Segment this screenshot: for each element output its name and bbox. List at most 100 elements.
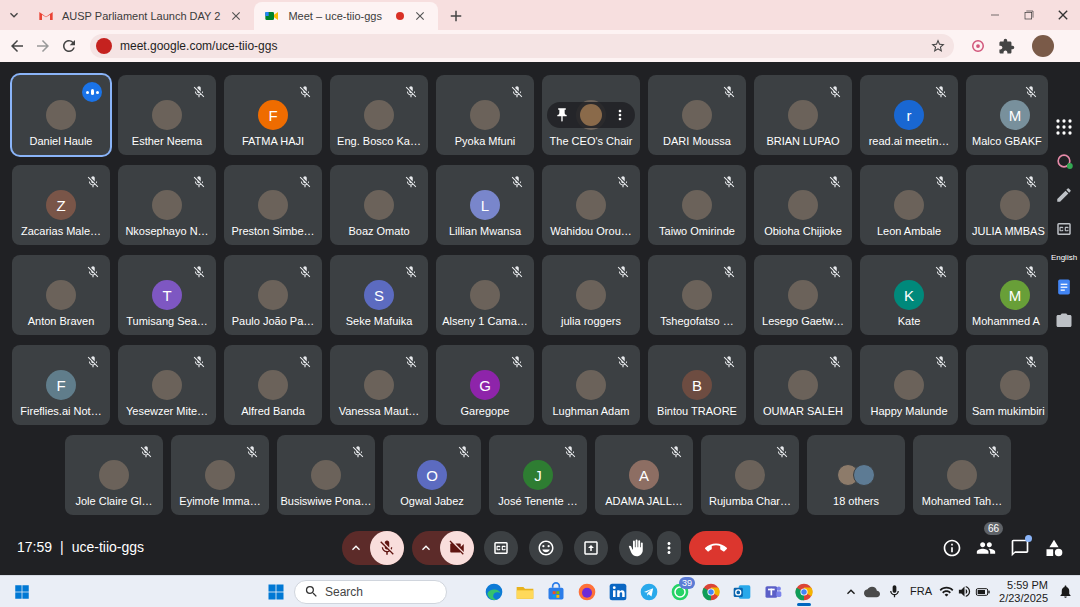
taskbar-app[interactable]	[788, 577, 819, 607]
options-chevron-icon[interactable]	[412, 531, 440, 565]
participant-tile[interactable]: Jole Claire Gl…	[65, 435, 163, 515]
participant-tile[interactable]: Eyimofe Imma…	[171, 435, 269, 515]
taskbar-app[interactable]	[695, 577, 726, 607]
participant-tile[interactable]: julia roggers	[542, 255, 640, 335]
participant-tile[interactable]: Paulo João Pa…	[224, 255, 322, 335]
participant-tile[interactable]: BBintou TRAORE	[648, 345, 746, 425]
participant-tile[interactable]: Anton Braven	[12, 255, 110, 335]
taskbar-app[interactable]	[540, 577, 571, 607]
participant-tile[interactable]: SSeke Mafuika	[330, 255, 428, 335]
participant-tile[interactable]: Sam mukimbiri	[966, 345, 1048, 425]
people-button[interactable]: 66	[969, 531, 1003, 565]
participant-tile[interactable]: Wahidou Orou…	[542, 165, 640, 245]
profile-avatar[interactable]	[1032, 35, 1054, 57]
taskbar-app[interactable]	[633, 577, 664, 607]
taskbar-app[interactable]	[757, 577, 788, 607]
wifi-icon[interactable]	[937, 580, 955, 604]
participant-tile[interactable]: Alfred Banda	[224, 345, 322, 425]
bookmark-star-icon[interactable]	[928, 36, 948, 56]
participant-tile[interactable]: rread.ai meetin…	[860, 75, 958, 155]
participant-tile[interactable]: Eng. Bosco Ka…	[330, 75, 428, 155]
browser-tab[interactable]: Meet – uce-tiio-ggs	[254, 2, 438, 30]
minimize-icon[interactable]	[978, 0, 1012, 30]
show-hidden-icons-icon[interactable]	[841, 580, 861, 604]
taskbar-search[interactable]: Search	[294, 580, 447, 604]
raise-hand[interactable]	[619, 531, 653, 565]
participant-tile[interactable]: Rujumba Char…	[701, 435, 799, 515]
input-language[interactable]: FRA	[905, 583, 937, 600]
participant-tile[interactable]: Nkosephayo N…	[118, 165, 216, 245]
participant-tile[interactable]: ZZacarias Male…	[12, 165, 110, 245]
captions-icon[interactable]	[1054, 219, 1074, 239]
participant-tile[interactable]: Daniel Haule	[12, 75, 110, 155]
participant-tile[interactable]: DARI Moussa	[648, 75, 746, 155]
battery-icon[interactable]	[973, 580, 993, 604]
notifications-icon[interactable]	[1054, 580, 1076, 604]
camera-off-icon[interactable]	[447, 538, 467, 558]
close-tab-icon[interactable]	[412, 8, 428, 24]
participant-tile[interactable]: MMohammed A	[966, 255, 1048, 335]
camera-icon[interactable]	[1054, 311, 1074, 331]
browser-tab[interactable]: AUSP Parliament Launch DAY 2	[28, 2, 254, 30]
captions[interactable]	[484, 531, 518, 565]
extension-icon[interactable]	[964, 33, 992, 59]
participant-tile[interactable]: Busiswiwe Pona…	[277, 435, 375, 515]
options-chevron-icon[interactable]	[342, 531, 370, 565]
windows-logo-icon[interactable]	[12, 580, 32, 604]
taskbar-app[interactable]	[478, 577, 509, 607]
participant-tile[interactable]: Yesewzer Mite…	[118, 345, 216, 425]
forward-icon[interactable]	[30, 33, 56, 59]
participant-tile[interactable]: Happy Malunde	[860, 345, 958, 425]
address-text[interactable]: meet.google.com/uce-tiio-ggs	[120, 37, 277, 55]
participant-tile[interactable]: JJosé Tenente …	[489, 435, 587, 515]
participant-tile[interactable]: AADAMA JALL…	[595, 435, 693, 515]
onedrive-icon[interactable]	[861, 580, 883, 604]
participant-tile[interactable]: MMalco GBAKF	[966, 75, 1048, 155]
search-placeholder[interactable]: Search	[325, 583, 363, 601]
participant-tile[interactable]: BRIAN LUPAO	[754, 75, 852, 155]
camera-button[interactable]	[412, 531, 474, 565]
participant-tile[interactable]: Lughman Adam	[542, 345, 640, 425]
participant-tile[interactable]: JULIA MMBAS	[966, 165, 1048, 245]
taskbar-app[interactable]	[602, 577, 633, 607]
more-options[interactable]	[657, 531, 681, 565]
participant-tile[interactable]: Pyoka Mfuni	[436, 75, 534, 155]
more-options-icon[interactable]	[611, 106, 629, 124]
close-window-icon[interactable]	[1046, 0, 1080, 30]
reactions[interactable]	[529, 531, 563, 565]
apps-grid-icon[interactable]	[1054, 117, 1074, 137]
participant-tile[interactable]: Esther Neema	[118, 75, 216, 155]
present[interactable]	[574, 531, 608, 565]
participant-tile[interactable]: Obioha Chijioke	[754, 165, 852, 245]
participant-tile[interactable]: Vanessa Maut…	[330, 345, 428, 425]
notes-doc-icon[interactable]	[1054, 277, 1074, 297]
microphone-button[interactable]	[342, 531, 404, 565]
new-tab-icon[interactable]	[442, 2, 470, 30]
participant-tile[interactable]: KKate	[860, 255, 958, 335]
participant-tile[interactable]: FFireflies.ai Not…	[12, 345, 110, 425]
participant-tile[interactable]: OUMAR SALEH	[754, 345, 852, 425]
site-info-icon[interactable]	[96, 38, 112, 54]
extensions-puzzle-icon[interactable]	[992, 33, 1020, 59]
language-label[interactable]: English	[1051, 253, 1077, 263]
reload-icon[interactable]	[56, 33, 82, 59]
tab-search-icon[interactable]	[0, 0, 28, 30]
participant-tile[interactable]: Taiwo Omirinde	[648, 165, 746, 245]
pin-icon[interactable]	[553, 106, 571, 124]
participant-tile[interactable]: LLillian Mwansa	[436, 165, 534, 245]
participant-tile[interactable]: GGaregope	[436, 345, 534, 425]
participant-tile[interactable]: The CEO's Chair	[542, 75, 640, 155]
back-icon[interactable]	[4, 33, 30, 59]
participant-tile[interactable]: Mohamed Tah…	[913, 435, 1011, 515]
microphone-icon[interactable]	[883, 580, 905, 604]
participant-tile[interactable]: FFATMA HAJI	[224, 75, 322, 155]
participant-tile[interactable]: Lesego Gaetw…	[754, 255, 852, 335]
participant-tile[interactable]: 18 others	[807, 435, 905, 515]
restore-icon[interactable]	[1012, 0, 1046, 30]
taskbar-app[interactable]	[571, 577, 602, 607]
address-bar[interactable]: meet.google.com/uce-tiio-ggs	[90, 34, 954, 58]
participant-tile[interactable]: Leon Ambale	[860, 165, 958, 245]
mic-off-icon[interactable]	[377, 538, 397, 558]
start-icon[interactable]	[262, 578, 290, 606]
close-tab-icon[interactable]	[228, 8, 244, 24]
